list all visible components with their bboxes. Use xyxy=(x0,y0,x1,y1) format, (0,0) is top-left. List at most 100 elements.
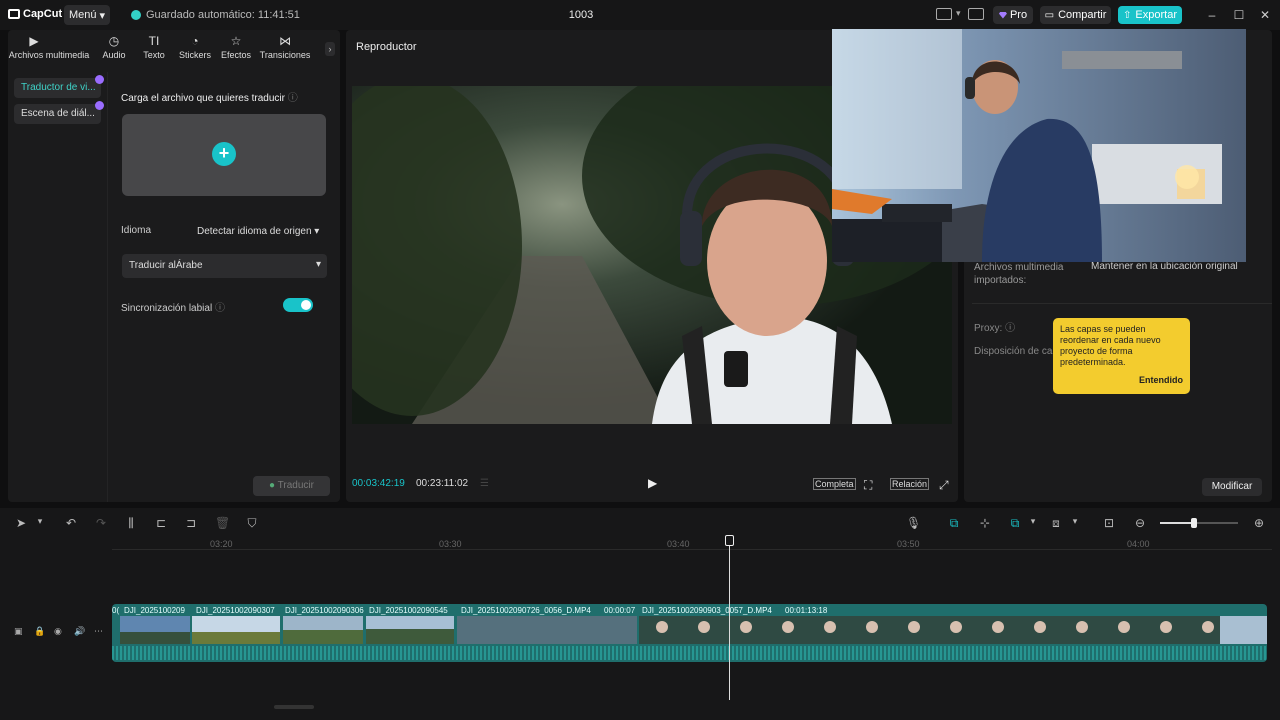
premium-badge-icon xyxy=(95,101,104,110)
timeline-scrollbar[interactable] xyxy=(274,705,314,709)
play-button[interactable]: ▶ xyxy=(648,476,657,490)
shield-icon[interactable]: ⛉ xyxy=(245,516,259,531)
language-label: Idioma xyxy=(121,225,152,236)
main-video-track[interactable]: 0( DJI_2025100209 DJI_20251002090307 DJI… xyxy=(112,604,1267,662)
volume-icon[interactable]: 🔊 xyxy=(74,626,85,637)
thumbnail-strip-image xyxy=(120,616,1267,644)
screenshot-icon[interactable]: ⛶ xyxy=(864,478,872,493)
info-icon: ⓘ xyxy=(214,303,225,314)
autosave-status: Guardado automático: 11:41:51 xyxy=(131,9,300,21)
upload-title: Carga el archivo que quieres traducir ⓘ xyxy=(121,93,298,104)
lock-icon[interactable]: 🔒 xyxy=(34,626,45,637)
clip-label: DJI_20251002090903_0057_D.MP4 xyxy=(642,606,772,615)
info-icon: ⓘ xyxy=(287,93,298,104)
minimize-icon[interactable]: – xyxy=(1206,9,1218,21)
tick-label: 03:30 xyxy=(439,539,462,549)
media-icon: ▶ xyxy=(29,34,39,48)
eye-icon[interactable]: ◉ xyxy=(54,626,62,637)
tick-label: 03:50 xyxy=(897,539,920,549)
webcam-overlay xyxy=(832,29,1246,262)
clip-thumbnails xyxy=(112,616,1267,644)
chevron-down-icon[interactable]: ▾ xyxy=(33,516,47,527)
shortcuts-icon[interactable] xyxy=(968,8,984,20)
zoom-slider[interactable] xyxy=(1160,518,1238,528)
chevron-right-icon[interactable]: › xyxy=(325,42,335,56)
tab-media[interactable]: ▶ Archivos multimedia xyxy=(8,34,90,60)
undo-icon[interactable]: ↶ xyxy=(64,516,78,530)
chevron-down-icon: ▾ xyxy=(315,259,321,270)
maximize-icon[interactable]: ☐ xyxy=(1233,9,1245,21)
imported-media-value[interactable]: Mantener en la ubicación original xyxy=(1091,261,1238,272)
more-icon[interactable]: ⋯ xyxy=(94,626,103,637)
layout-icon[interactable] xyxy=(936,8,952,20)
tick-label: 03:20 xyxy=(210,539,233,549)
snap-icon[interactable]: ⊹ xyxy=(978,516,992,530)
audio-waveform xyxy=(112,646,1267,660)
sidebar-item-dialogue-scene[interactable]: Escena de diál... xyxy=(14,101,104,124)
fullscreen-icon[interactable]: ⤢ xyxy=(939,478,949,493)
premium-badge-icon xyxy=(95,75,104,84)
imported-media-label: Archivos multimedia importados: xyxy=(974,262,1064,286)
tool-tabs: ▶ Archivos multimedia ◷ Audio TI Texto ◔… xyxy=(8,30,340,64)
menu-button[interactable]: Menú ▾ xyxy=(64,5,110,25)
title-bar: CapCut Menú ▾ Guardado automático: 11:41… xyxy=(0,0,1280,30)
target-language-select[interactable]: Traducir alÁrabe ▾ xyxy=(122,254,327,278)
project-title[interactable]: 1003 xyxy=(560,9,602,21)
full-quality-button[interactable]: Completa xyxy=(813,478,856,490)
tab-effects[interactable]: ☆ Efectos xyxy=(210,34,262,60)
export-icon: ⇧ xyxy=(1123,9,1132,21)
link-icon[interactable]: ⧉ xyxy=(947,516,961,531)
aspect-ratio-button[interactable]: Relación xyxy=(890,478,930,490)
zoom-in-icon[interactable]: ⊕ xyxy=(1252,516,1266,530)
divider xyxy=(972,303,1272,304)
add-file-button[interactable]: + xyxy=(212,142,236,166)
layers-tooltip: Las capas se pueden reordenar en cada nu… xyxy=(1053,318,1190,394)
close-icon[interactable]: ✕ xyxy=(1259,9,1271,21)
fit-icon[interactable]: ⊡ xyxy=(1102,516,1116,530)
zoom-out-icon[interactable]: ⊖ xyxy=(1133,516,1147,530)
modify-button[interactable]: Modificar xyxy=(1202,478,1262,496)
webcam-image xyxy=(832,29,1246,262)
info-icon: ⓘ xyxy=(1005,323,1016,334)
lipsync-toggle[interactable] xyxy=(283,298,313,312)
effects-icon: ☆ xyxy=(230,34,242,48)
chevron-down-icon: ▾ xyxy=(99,9,106,22)
total-time: 00:23:11:02 xyxy=(416,478,469,489)
zoom-slider-handle[interactable] xyxy=(1191,518,1197,528)
media-panel: ▶ Archivos multimedia ◷ Audio TI Texto ◔… xyxy=(8,30,340,502)
timeline-view-icon[interactable]: ☰ xyxy=(480,478,489,489)
tab-transitions[interactable]: ⋈ Transiciones xyxy=(259,34,311,60)
delete-icon[interactable]: 🗑 xyxy=(215,516,230,530)
source-language-select[interactable]: Detectar idioma de origen ▾ xyxy=(197,226,319,237)
export-button[interactable]: ⇧ Exportar xyxy=(1118,6,1182,24)
split-icon[interactable]: ⫼ xyxy=(124,516,138,531)
share-button[interactable]: ▭ Compartir xyxy=(1040,6,1111,24)
select-tool-icon[interactable]: ➤ xyxy=(14,516,28,530)
capcut-logo-icon xyxy=(8,9,20,19)
sidebar-item-video-translator[interactable]: Traductor de vi... xyxy=(14,75,104,98)
redo-icon[interactable]: ↷ xyxy=(94,516,108,530)
translate-button[interactable]: ● Traducir xyxy=(253,476,330,496)
time-ruler[interactable]: 03:20 03:30 03:40 03:50 04:00 xyxy=(112,538,1272,550)
transitions-icon: ⋈ xyxy=(279,34,291,48)
playhead-handle[interactable] xyxy=(725,535,734,546)
preview-axis-icon[interactable]: ⧈ xyxy=(1049,516,1063,531)
track-cover-icon[interactable]: ▣ xyxy=(14,626,23,637)
player-title: Reproductor xyxy=(356,41,417,53)
clip-label: DJI_20251002090306 xyxy=(285,606,364,615)
got-it-button[interactable]: Entendido xyxy=(1139,375,1183,386)
current-time: 00:03:42:19 xyxy=(352,478,405,489)
magnet-icon[interactable]: ⧉ xyxy=(1008,516,1022,531)
pro-button[interactable]: Pro xyxy=(993,6,1033,24)
chevron-down-icon[interactable]: ▾ xyxy=(1068,516,1082,527)
chevron-down-icon[interactable]: ▾ xyxy=(1026,516,1040,527)
tick-label: 03:40 xyxy=(667,539,690,549)
playhead-line xyxy=(729,538,730,700)
translator-sidebar: Traductor de vi... Escena de diál... xyxy=(8,72,108,502)
toggle-knob xyxy=(301,300,311,310)
tick-label: 04:00 xyxy=(1127,539,1150,549)
split-left-icon[interactable]: ⊏ xyxy=(154,516,168,530)
chevron-down-icon[interactable]: ▾ xyxy=(956,8,961,19)
split-right-icon[interactable]: ⊐ xyxy=(184,516,198,530)
microphone-icon[interactable]: 🎙 xyxy=(906,516,921,530)
